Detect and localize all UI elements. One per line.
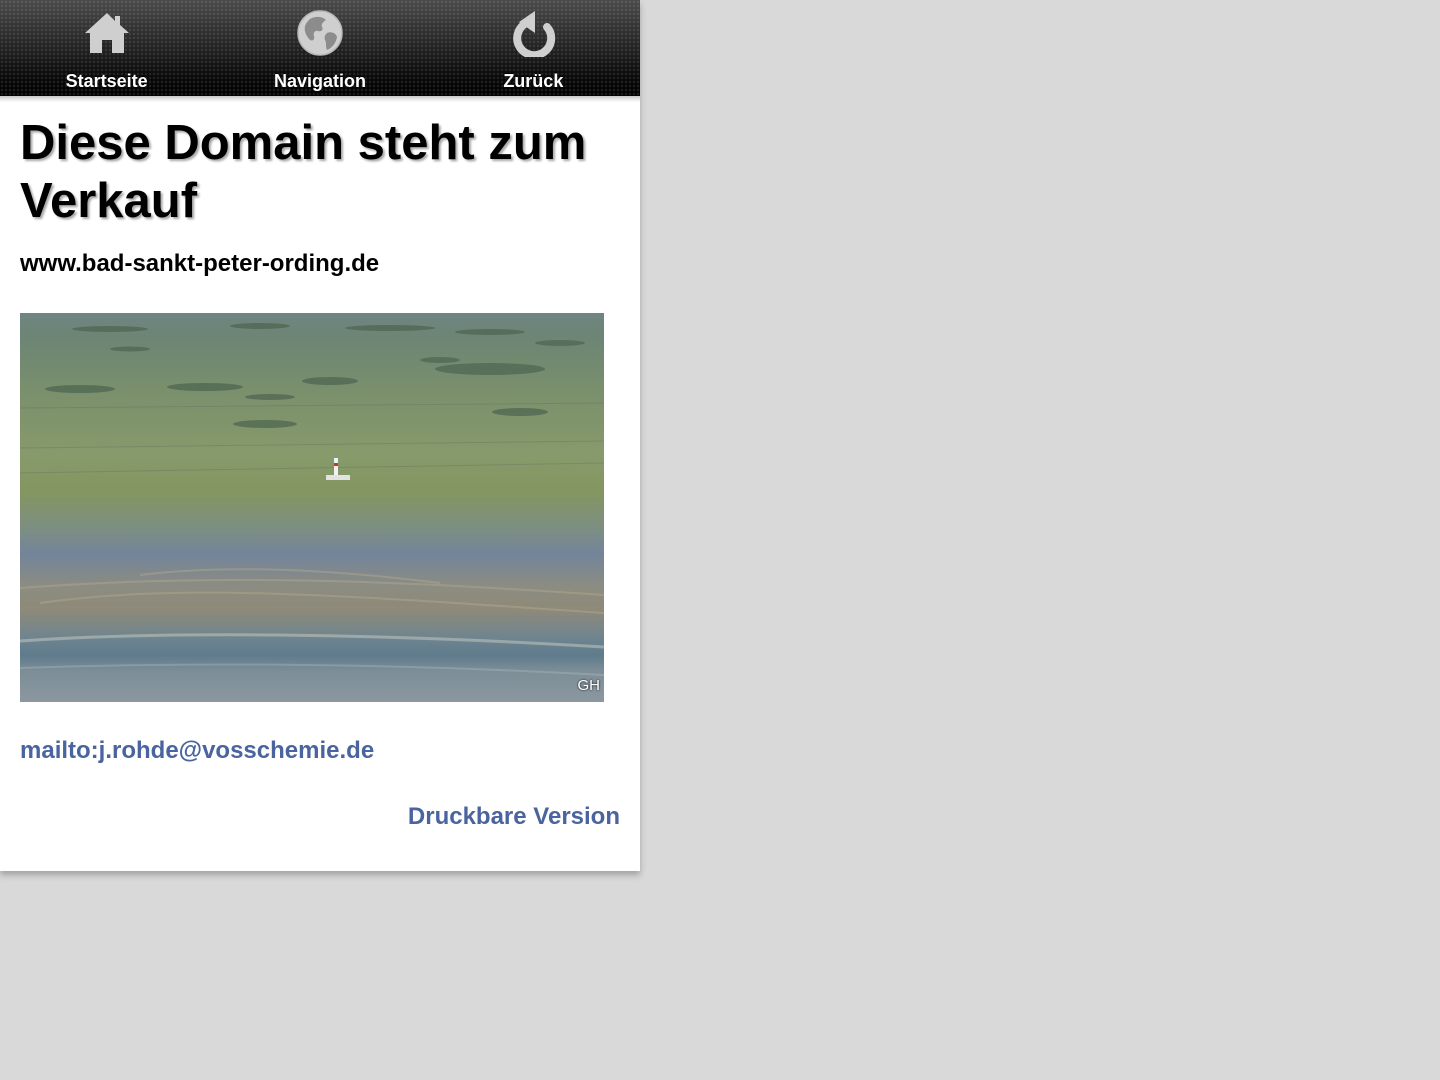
nav-navigation-button[interactable]: Navigation	[213, 0, 426, 96]
page-container: Startseite Navigation Zurück Diese Domai…	[0, 0, 640, 871]
home-icon	[84, 13, 129, 53]
page-title: Diese Domain steht zum Verkauf	[20, 116, 587, 228]
globe-icon	[297, 10, 343, 56]
main-content: Diese Domain steht zum Verkauf www.bad-s…	[0, 96, 640, 871]
domain-name: www.bad-sankt-peter-ording.de	[20, 250, 380, 277]
nav-home-button[interactable]: Startseite	[0, 0, 213, 96]
lighthouse-icon	[326, 458, 350, 480]
landscape-photo: GH	[20, 313, 604, 702]
back-arrow-icon	[513, 11, 556, 57]
nav-back-label: Zurück	[503, 71, 564, 91]
landscape-photo-art	[20, 323, 604, 676]
nav-navigation-label: Navigation	[273, 71, 366, 91]
nav-home-label: Startseite	[65, 71, 148, 91]
email-link[interactable]: mailto:j.rohde@vosschemie.de	[20, 737, 620, 765]
photo-credit: GH	[577, 677, 601, 694]
top-navigation-bar: Startseite Navigation Zurück	[0, 0, 640, 102]
printable-version-link[interactable]: Druckbare Version	[20, 803, 620, 831]
nav-back-button[interactable]: Zurück	[427, 0, 640, 96]
